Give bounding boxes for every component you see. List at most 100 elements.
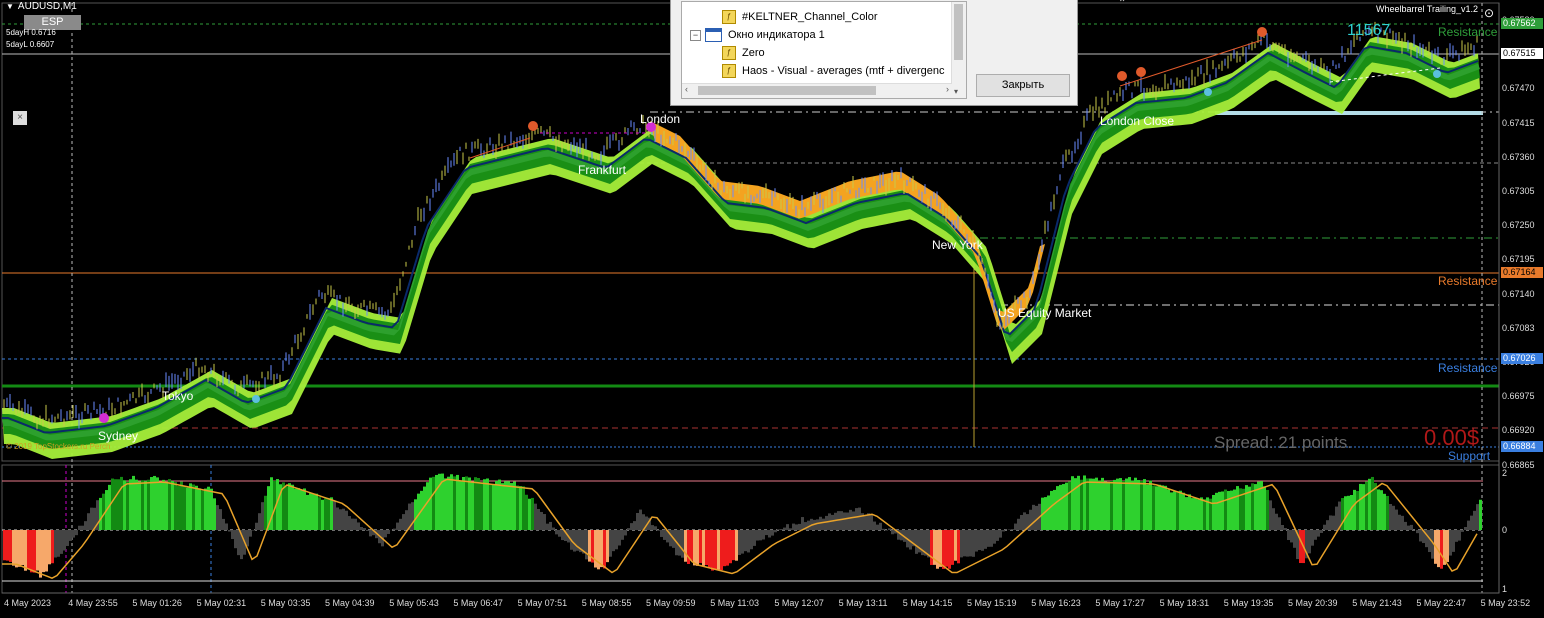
scroll-down-icon[interactable]: ⊙: [1484, 6, 1494, 20]
osc-bar: [513, 481, 516, 530]
osc-bar: [18, 530, 21, 567]
tree-item-window[interactable]: − Окно индикатора 1: [690, 28, 825, 42]
osc-bar: [1098, 480, 1101, 530]
time-axis-label: 5 May 01:26: [132, 598, 182, 608]
osc-bar: [453, 476, 456, 530]
caret-down-icon[interactable]: ▼: [6, 2, 14, 11]
osc-bar: [1008, 529, 1011, 530]
osc-bar: [180, 481, 183, 530]
close-dialog-button[interactable]: Закрыть: [976, 74, 1070, 97]
price-axis-label: 0.66975: [1502, 391, 1535, 402]
time-axis-label: 5 May 22:47: [1416, 598, 1466, 608]
osc-bar: [384, 530, 387, 538]
price-axis-label: 0.66920: [1502, 425, 1535, 436]
tree-item-zero[interactable]: ƒ Zero: [722, 46, 765, 60]
time-axis-label: 5 May 17:27: [1095, 598, 1145, 608]
time-axis-label: 5 May 06:47: [453, 598, 503, 608]
osc-bar: [1440, 530, 1443, 569]
osc-bar: [1233, 489, 1236, 530]
osc-bar: [1173, 491, 1176, 530]
scroll-thumb-h[interactable]: [698, 86, 876, 95]
osc-bar: [1095, 477, 1098, 530]
osc-bar: [1449, 530, 1452, 556]
osc-bar: [300, 489, 303, 530]
osc-bar: [633, 521, 636, 530]
osc-bar: [750, 530, 753, 550]
tree-item-keltner[interactable]: ƒ #KELTNER_Channel_Color: [722, 10, 878, 24]
osc-bar: [852, 511, 855, 530]
tree-item-haos[interactable]: ƒ Haos - Visual - averages (mtf + diverg…: [722, 64, 944, 78]
osc-bar: [342, 508, 345, 530]
osc-bar: [714, 530, 717, 570]
osc-bar: [288, 483, 291, 530]
osc-bar: [1215, 492, 1218, 530]
osc-bar: [210, 488, 213, 530]
osc-bar: [660, 530, 663, 537]
horizontal-scrollbar[interactable]: ‹ ›: [682, 83, 952, 98]
indicator-tree[interactable]: ƒ #KELTNER_Channel_Color − Окно индикато…: [681, 1, 967, 99]
osc-bar: [624, 530, 627, 536]
osc-bar: [957, 530, 960, 564]
osc-bar: [1245, 485, 1248, 530]
osc-bar: [246, 530, 249, 547]
osc-bar: [117, 479, 120, 530]
osc-bar: [930, 530, 933, 565]
support-label: Support: [1448, 449, 1491, 463]
osc-bar: [1017, 518, 1020, 530]
scroll-thumb-v[interactable]: [954, 4, 963, 60]
price-axis-label: 0.67195: [1502, 254, 1535, 265]
osc-bar: [459, 480, 462, 530]
osc-bar: [759, 530, 762, 541]
osc-bar: [1452, 530, 1455, 552]
osc-bar: [396, 522, 399, 530]
osc-bar: [1329, 515, 1332, 530]
osc-bar: [990, 530, 993, 547]
osc-bar: [189, 483, 192, 530]
osc-bar: [1128, 477, 1131, 530]
osc-bar: [1002, 530, 1005, 532]
collapse-icon[interactable]: −: [690, 29, 701, 41]
day-low-label: 5dayL 0.6607: [6, 40, 55, 49]
resistance-label-blue: Resistance: [1438, 361, 1498, 375]
osc-bar: [174, 482, 177, 530]
osc-bar: [1380, 490, 1383, 530]
osc-bar: [1389, 504, 1392, 530]
osc-bar: [738, 530, 741, 555]
osc-bar: [1290, 530, 1293, 543]
osc-bar: [1050, 490, 1053, 530]
chevron-up-icon[interactable]: ⌃: [1118, 0, 1126, 9]
osc-bar: [603, 530, 606, 569]
scroll-left-arrow-icon[interactable]: ‹: [685, 84, 688, 94]
osc-bar: [684, 530, 687, 562]
osc-bar: [888, 528, 891, 530]
osc-bar: [1311, 530, 1314, 546]
price-axis-label: 0.67305: [1502, 186, 1535, 196]
osc-bar: [348, 516, 351, 530]
osc-bar: [822, 518, 825, 530]
osc-bar: [69, 530, 72, 541]
osc-bar: [1284, 528, 1287, 530]
scroll-right-arrow-icon[interactable]: ›: [946, 84, 949, 94]
osc-bar: [30, 530, 33, 573]
osc-bar: [606, 530, 609, 563]
scroll-down-arrow-icon[interactable]: ▾: [954, 87, 958, 96]
osc-bar: [795, 524, 798, 530]
osc-bar: [522, 486, 525, 530]
osc-bar: [258, 513, 261, 530]
osc-bar: [1353, 489, 1356, 530]
osc-bar: [741, 530, 744, 554]
osc-bar: [1404, 521, 1407, 530]
osc-bar: [1089, 478, 1092, 530]
vertical-scrollbar[interactable]: ▾: [951, 2, 966, 98]
osc-bar: [678, 530, 681, 556]
osc-bar: [216, 505, 219, 530]
osc-bar: [114, 479, 117, 530]
osc-bar: [345, 510, 348, 530]
close-x-button[interactable]: ×: [13, 111, 27, 125]
osc-bar: [1182, 492, 1185, 530]
osc-bar: [465, 476, 468, 530]
osc-bar: [468, 477, 471, 530]
osc-bar: [1416, 530, 1419, 534]
osc-bar: [864, 515, 867, 530]
osc-bar: [159, 482, 162, 530]
